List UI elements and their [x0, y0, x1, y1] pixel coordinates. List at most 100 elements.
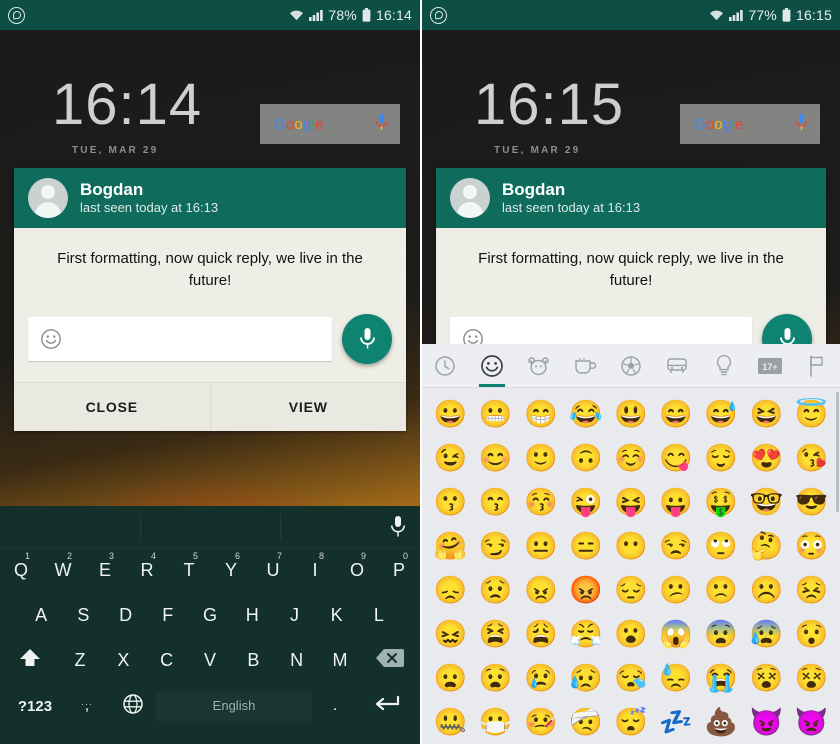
key-r[interactable]: 4R — [126, 551, 168, 581]
view-button[interactable]: VIEW — [209, 382, 407, 431]
microphone-icon[interactable] — [390, 515, 406, 544]
emoji-cell[interactable]: 😵 — [744, 656, 789, 700]
emoji-cell[interactable]: 😇 — [789, 392, 834, 436]
emoji-cell[interactable]: 😙 — [473, 480, 518, 524]
emoji-cell[interactable]: 😊 — [473, 436, 518, 480]
emoji-cell[interactable]: 😔 — [608, 568, 653, 612]
enter-return-icon[interactable] — [358, 694, 414, 719]
emoji-cell[interactable]: 🙃 — [563, 436, 608, 480]
emoji-cell[interactable]: 😷 — [473, 700, 518, 744]
emoji-cell[interactable]: 😘 — [789, 436, 834, 480]
whatsapp-notification-card[interactable]: Bogdan last seen today at 16:13 First fo… — [14, 168, 406, 431]
key-k[interactable]: K — [316, 605, 358, 626]
travel-car-icon[interactable] — [654, 344, 700, 387]
emoji-cell[interactable]: 😏 — [473, 524, 518, 568]
smileys-icon[interactable] — [468, 344, 514, 387]
emoji-cell[interactable]: 😄 — [654, 392, 699, 436]
emoji-cell[interactable]: 😕 — [654, 568, 699, 612]
key-w[interactable]: 2W — [42, 551, 84, 581]
voice-record-button[interactable] — [342, 313, 392, 364]
key-m[interactable]: M — [318, 650, 361, 671]
key-z[interactable]: Z — [58, 650, 101, 671]
recent-clock-icon[interactable] — [422, 344, 468, 387]
key-i[interactable]: 8I — [294, 551, 336, 581]
emoji-cell[interactable]: 😑 — [563, 524, 608, 568]
emoji-cell[interactable]: 🙂 — [518, 436, 563, 480]
emoji-cell[interactable]: 😗 — [428, 480, 473, 524]
key-u[interactable]: 7U — [252, 551, 294, 581]
emoji-cell[interactable]: 🤔 — [744, 524, 789, 568]
key-p[interactable]: 0P — [378, 551, 420, 581]
emoji-cell[interactable]: 🤒 — [518, 700, 563, 744]
emoji-cell[interactable]: 😂 — [563, 392, 608, 436]
microphone-icon[interactable] — [795, 113, 808, 136]
key-a[interactable]: A — [20, 605, 62, 626]
emoji-cell[interactable]: 😩 — [518, 612, 563, 656]
emoji-cell[interactable]: 😳 — [789, 524, 834, 568]
emoji-cell[interactable]: 😃 — [608, 392, 653, 436]
key-o[interactable]: 9O — [336, 551, 378, 581]
emoji-cell[interactable]: 😴 — [608, 700, 653, 744]
key-x[interactable]: X — [102, 650, 145, 671]
google-search-widget[interactable]: Google — [260, 104, 400, 144]
sports-icon[interactable] — [608, 344, 654, 387]
symbols-key[interactable]: ?123 — [6, 698, 64, 715]
backspace-icon[interactable] — [362, 647, 418, 674]
key-l[interactable]: L — [358, 605, 400, 626]
key-s[interactable]: S — [62, 605, 104, 626]
emoji-cell[interactable]: 😀 — [428, 392, 473, 436]
emoji-cell[interactable]: 😝 — [608, 480, 653, 524]
emoji-cell[interactable]: 🤑 — [699, 480, 744, 524]
symbols-icon[interactable]: 17+ — [747, 344, 793, 387]
emoji-cell[interactable]: 😒 — [654, 524, 699, 568]
emoji-cell[interactable]: 😮 — [608, 612, 653, 656]
animals-icon[interactable] — [515, 344, 561, 387]
smiley-face-icon[interactable] — [40, 328, 62, 350]
emoji-cell[interactable]: ☺️ — [608, 436, 653, 480]
key-b[interactable]: B — [232, 650, 275, 671]
comma-key[interactable]: ··· , — [64, 697, 110, 715]
emoji-cell[interactable]: 😓 — [654, 656, 699, 700]
emoji-cell[interactable]: 💤 — [654, 700, 699, 744]
emoji-cell[interactable]: 🤐 — [428, 700, 473, 744]
key-h[interactable]: H — [231, 605, 273, 626]
key-v[interactable]: V — [188, 650, 231, 671]
emoji-cell[interactable]: 😜 — [563, 480, 608, 524]
emoji-cell[interactable]: 😦 — [428, 656, 473, 700]
emoji-cell[interactable]: 😡 — [563, 568, 608, 612]
emoji-cell[interactable]: 😋 — [654, 436, 699, 480]
emoji-cell[interactable]: 😣 — [789, 568, 834, 612]
emoji-cell[interactable]: 😧 — [473, 656, 518, 700]
key-y[interactable]: 6Y — [210, 551, 252, 581]
globe-language-icon[interactable] — [110, 693, 156, 720]
emoji-cell[interactable]: 😬 — [473, 392, 518, 436]
key-j[interactable]: J — [273, 605, 315, 626]
emoji-cell[interactable]: 😁 — [518, 392, 563, 436]
key-q[interactable]: 1Q — [0, 551, 42, 581]
microphone-icon[interactable] — [375, 113, 388, 136]
emoji-cell[interactable]: 😠 — [518, 568, 563, 612]
emoji-cell[interactable]: 😎 — [789, 480, 834, 524]
emoji-cell[interactable]: 😯 — [789, 612, 834, 656]
emoji-cell[interactable]: 🤗 — [428, 524, 473, 568]
key-t[interactable]: 5T — [168, 551, 210, 581]
space-key[interactable]: English — [156, 691, 312, 721]
emoji-cell[interactable]: 😵 — [789, 656, 834, 700]
emoji-scrollbar[interactable] — [836, 392, 839, 512]
emoji-cell[interactable]: 😛 — [654, 480, 699, 524]
emoji-cell[interactable]: 😞 — [428, 568, 473, 612]
quick-reply-input[interactable] — [28, 316, 332, 361]
period-key[interactable]: . — [312, 697, 358, 715]
emoji-cell[interactable]: 😐 — [518, 524, 563, 568]
emoji-grid[interactable]: 😀 😬 😁 😂 😃 😄 😅 😆 😇 😉 😊 🙂 🙃 ☺️ 😋 😌 😍 😘 😗 😙 😚 😜 😝 😛 🤑 🤓 😎 🤗 😏 😐 😑 😶 😒 🙄 🤔 😳 😞 😟 😠… — [422, 388, 840, 744]
emoji-cell[interactable]: 😫 — [473, 612, 518, 656]
emoji-cell[interactable]: 😟 — [473, 568, 518, 612]
emoji-cell[interactable]: 😌 — [699, 436, 744, 480]
emoji-cell[interactable]: 🙄 — [699, 524, 744, 568]
shift-up-arrow-icon[interactable] — [2, 646, 58, 675]
emoji-cell[interactable]: 😈 — [744, 700, 789, 744]
emoji-cell[interactable]: 😅 — [699, 392, 744, 436]
emoji-cell[interactable]: 😤 — [563, 612, 608, 656]
food-drink-icon[interactable] — [561, 344, 607, 387]
emoji-cell[interactable]: 👿 — [789, 700, 834, 744]
